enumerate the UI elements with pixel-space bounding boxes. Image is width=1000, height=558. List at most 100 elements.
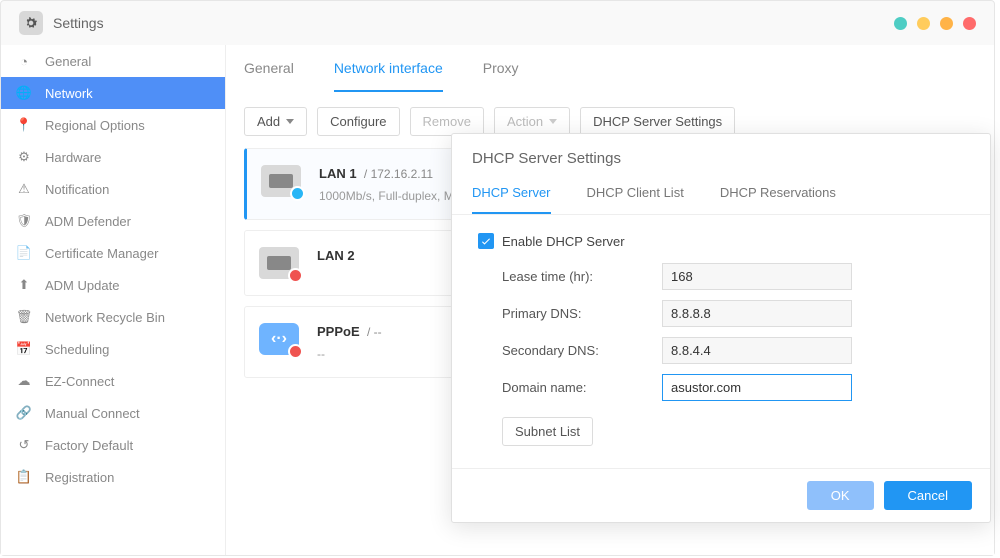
dhcp-dialog: DHCP Server Settings DHCP Server DHCP Cl… <box>451 133 991 523</box>
dialog-footer: OK Cancel <box>452 468 990 522</box>
window-title: Settings <box>53 15 104 31</box>
sidebar-item-manualconnect[interactable]: 🔗 Manual Connect <box>1 397 225 429</box>
calendar-icon: 📅 <box>15 340 33 358</box>
sidebar-item-recycle[interactable]: 🗑 Network Recycle Bin <box>1 301 225 333</box>
sidebar-item-certificate[interactable]: 📄 Certificate Manager <box>1 237 225 269</box>
enable-dhcp-checkbox-row[interactable]: Enable DHCP Server <box>478 233 964 249</box>
lease-time-label: Lease time (hr): <box>502 269 662 284</box>
status-err-badge <box>288 268 303 283</box>
sidebar-item-general[interactable]: ◔ General <box>1 45 225 77</box>
window-controls <box>894 17 976 30</box>
sidebar-item-label: Network Recycle Bin <box>45 310 165 325</box>
sidebar-item-label: Hardware <box>45 150 101 165</box>
pppoe-icon: ‹·› <box>259 323 299 355</box>
settings-app-icon <box>19 11 43 35</box>
sidebar-item-label: Registration <box>45 470 114 485</box>
subnet-list-button[interactable]: Subnet List <box>502 417 593 446</box>
secondary-dns-label: Secondary DNS: <box>502 343 662 358</box>
iface-name: PPPoE <box>317 324 360 339</box>
iface-name: LAN 1 <box>319 166 357 181</box>
action-label: Action <box>507 114 543 129</box>
sidebar-item-label: Regional Options <box>45 118 145 133</box>
dlg-tab-reservations[interactable]: DHCP Reservations <box>720 173 836 214</box>
window-dot-orange[interactable] <box>940 17 953 30</box>
action-button[interactable]: Action <box>494 107 570 136</box>
chevron-down-icon <box>549 119 557 124</box>
sidebar-item-scheduling[interactable]: 📅 Scheduling <box>1 333 225 365</box>
lease-time-input[interactable] <box>662 263 852 290</box>
sidebar: ◔ General 🌐 Network 📍 Regional Options ⚙ Har… <box>1 45 226 555</box>
cert-icon: 📄 <box>15 244 33 262</box>
shield-icon: 🛡 <box>15 212 33 230</box>
window-dot-red[interactable] <box>963 17 976 30</box>
sidebar-item-label: EZ-Connect <box>45 374 114 389</box>
sidebar-item-registration[interactable]: 📋 Registration <box>1 461 225 493</box>
domain-name-input[interactable] <box>662 374 852 401</box>
sidebar-item-label: ADM Update <box>45 278 119 293</box>
sidebar-item-label: Notification <box>45 182 109 197</box>
sidebar-item-network[interactable]: 🌐 Network <box>1 77 225 109</box>
sidebar-item-hardware[interactable]: ⚙ Hardware <box>1 141 225 173</box>
sidebar-item-defender[interactable]: 🛡 ADM Defender <box>1 205 225 237</box>
primary-dns-label: Primary DNS: <box>502 306 662 321</box>
tab-general[interactable]: General <box>244 46 294 92</box>
dialog-title: DHCP Server Settings <box>452 134 990 173</box>
sidebar-item-notification[interactable]: ⚠ Notification <box>1 173 225 205</box>
remove-button[interactable]: Remove <box>410 107 484 136</box>
dlg-tab-server[interactable]: DHCP Server <box>472 173 551 214</box>
sidebar-item-label: Factory Default <box>45 438 133 453</box>
dhcp-settings-button[interactable]: DHCP Server Settings <box>580 107 735 136</box>
tab-proxy[interactable]: Proxy <box>483 46 519 92</box>
alert-icon: ⚠ <box>15 180 33 198</box>
status-err-badge <box>288 344 303 359</box>
reset-icon: ↺ <box>15 436 33 454</box>
add-label: Add <box>257 114 280 129</box>
ethernet-port-icon <box>259 247 299 279</box>
sidebar-item-label: ADM Defender <box>45 214 131 229</box>
globe-icon: 🌐 <box>15 84 33 102</box>
sidebar-item-ezconnect[interactable]: ☁ EZ-Connect <box>1 365 225 397</box>
window-dot-yellow[interactable] <box>917 17 930 30</box>
add-button[interactable]: Add <box>244 107 307 136</box>
sidebar-item-update[interactable]: ⬆ADM Update <box>1 269 225 301</box>
link-icon: 🔗 <box>15 404 33 422</box>
status-ok-badge <box>290 186 305 201</box>
main-tabs: General Network interface Proxy <box>244 45 976 93</box>
primary-dns-input[interactable] <box>662 300 852 327</box>
secondary-dns-input[interactable] <box>662 337 852 364</box>
sidebar-item-label: General <box>45 54 91 69</box>
dialog-tabs: DHCP Server DHCP Client List DHCP Reserv… <box>452 173 990 215</box>
tab-network-interface[interactable]: Network interface <box>334 46 443 92</box>
iface-ip: / -- <box>364 325 382 339</box>
ethernet-port-icon <box>261 165 301 197</box>
chip-icon: ⚙ <box>15 148 33 166</box>
sidebar-item-factory[interactable]: ↺ Factory Default <box>1 429 225 461</box>
toolbar: Add Configure Remove Action DHCP Server … <box>244 107 976 136</box>
trash-icon: 🗑 <box>15 308 33 326</box>
sidebar-item-label: Manual Connect <box>45 406 140 421</box>
configure-button[interactable]: Configure <box>317 107 399 136</box>
iface-detail: 1000Mb/s, Full-duplex, MTU <box>319 189 470 203</box>
dlg-tab-clientlist[interactable]: DHCP Client List <box>587 173 684 214</box>
sidebar-item-label: Network <box>45 86 93 101</box>
enable-dhcp-label: Enable DHCP Server <box>502 234 625 249</box>
form-icon: 📋 <box>15 468 33 486</box>
domain-name-label: Domain name: <box>502 380 662 395</box>
iface-name: LAN 2 <box>317 248 355 263</box>
checkbox-checked-icon[interactable] <box>478 233 494 249</box>
dialog-body: Enable DHCP Server Lease time (hr): Prim… <box>452 215 990 468</box>
gauge-icon: ◔ <box>15 52 33 70</box>
cloud-icon: ☁ <box>15 372 33 390</box>
settings-window: Settings ◔ General 🌐 Network 📍 Regional Opt… <box>0 0 995 556</box>
sidebar-item-label: Scheduling <box>45 342 109 357</box>
iface-ip: / 172.16.2.11 <box>361 167 434 181</box>
pin-icon: 📍 <box>15 116 33 134</box>
ok-button[interactable]: OK <box>807 481 874 510</box>
sidebar-item-label: Certificate Manager <box>45 246 158 261</box>
iface-detail: -- <box>317 347 382 361</box>
window-dot-teal[interactable] <box>894 17 907 30</box>
titlebar: Settings <box>1 1 994 45</box>
cancel-button[interactable]: Cancel <box>884 481 972 510</box>
chevron-down-icon <box>286 119 294 124</box>
sidebar-item-regional[interactable]: 📍 Regional Options <box>1 109 225 141</box>
